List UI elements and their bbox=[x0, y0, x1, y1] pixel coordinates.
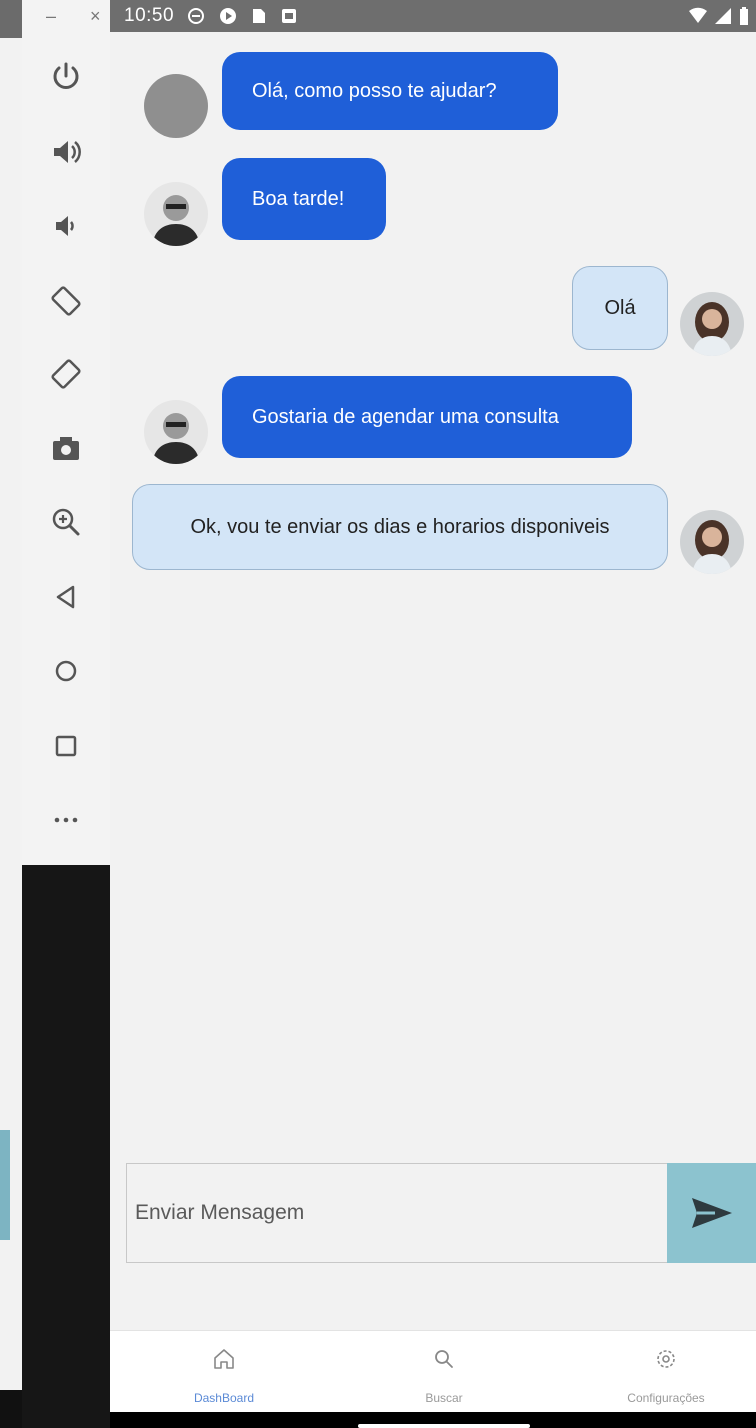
vpn-key-icon bbox=[186, 6, 206, 26]
zoom-in-icon bbox=[52, 508, 80, 536]
message-composer bbox=[126, 1163, 756, 1263]
send-button[interactable] bbox=[667, 1163, 756, 1263]
nav-label: Buscar bbox=[425, 1391, 463, 1405]
message-bubble-bot: Boa tarde! bbox=[222, 158, 386, 240]
bottom-navigation: DashBoard Buscar Configurações bbox=[110, 1330, 756, 1413]
volume-up-icon bbox=[54, 141, 81, 163]
avatar bbox=[144, 400, 208, 464]
phone-screen: 10:50 Olá, como posso te ajudar? Boa tar… bbox=[110, 0, 756, 1428]
home-icon bbox=[55, 660, 77, 682]
home-icon bbox=[212, 1347, 236, 1376]
search-icon bbox=[432, 1347, 456, 1376]
notification-icon bbox=[280, 6, 298, 26]
overview-icon bbox=[55, 735, 77, 757]
cell-signal-icon bbox=[714, 7, 732, 31]
back-button[interactable] bbox=[22, 573, 110, 621]
avatar bbox=[144, 182, 208, 246]
power-icon bbox=[53, 62, 79, 89]
status-time: 10:50 bbox=[124, 5, 175, 26]
avatar bbox=[680, 292, 744, 356]
message-text: Olá bbox=[604, 296, 636, 319]
more-icon bbox=[54, 817, 78, 823]
avatar bbox=[680, 510, 744, 574]
rotate-left-icon bbox=[51, 286, 81, 316]
more-button[interactable] bbox=[22, 796, 110, 844]
send-icon bbox=[691, 1198, 732, 1228]
status-bar: 10:50 bbox=[110, 0, 756, 32]
nav-item-dashboard[interactable]: DashBoard bbox=[124, 1331, 324, 1413]
message-bubble-bot: Olá, como posso te ajudar? bbox=[222, 52, 558, 130]
camera-icon bbox=[53, 437, 79, 460]
host-desktop-strip bbox=[0, 0, 22, 1428]
nav-item-buscar[interactable]: Buscar bbox=[344, 1331, 544, 1413]
nav-label: DashBoard bbox=[193, 1391, 255, 1405]
volume-up-button[interactable] bbox=[22, 128, 110, 176]
emulator-toolbar: – × bbox=[22, 0, 111, 865]
close-button[interactable]: × bbox=[90, 6, 101, 27]
gear-icon bbox=[654, 1347, 678, 1376]
play-icon bbox=[218, 6, 238, 26]
message-text: Olá, como posso te ajudar? bbox=[252, 79, 497, 102]
volume-down-button[interactable] bbox=[22, 202, 110, 250]
rotate-left-button[interactable] bbox=[22, 277, 110, 325]
message-input[interactable] bbox=[126, 1163, 668, 1263]
home-button[interactable] bbox=[22, 647, 110, 695]
volume-down-icon bbox=[56, 216, 74, 236]
host-taskbar bbox=[0, 1390, 22, 1428]
wifi-icon bbox=[688, 7, 708, 31]
host-accent-tab bbox=[0, 1130, 10, 1240]
message-text: Boa tarde! bbox=[252, 187, 345, 210]
message-bubble-bot: Gostaria de agendar uma consulta bbox=[222, 376, 632, 458]
power-button[interactable] bbox=[22, 53, 110, 101]
nav-item-configuracoes[interactable]: Configurações bbox=[566, 1331, 756, 1413]
emulator-background bbox=[22, 865, 110, 1428]
status-right-icons bbox=[688, 6, 750, 32]
back-icon bbox=[56, 585, 75, 609]
message-bubble-user: Ok, vou te enviar os dias e horarios dis… bbox=[132, 484, 668, 570]
message-text: Ok, vou te enviar os dias e horarios dis… bbox=[190, 515, 610, 538]
message-text: Gostaria de agendar uma consulta bbox=[252, 405, 559, 428]
home-indicator[interactable] bbox=[358, 1424, 530, 1428]
rotate-right-button[interactable] bbox=[22, 350, 110, 398]
nav-label: Configurações bbox=[627, 1391, 705, 1405]
zoom-button[interactable] bbox=[22, 498, 110, 546]
rotate-right-icon bbox=[51, 359, 81, 389]
battery-icon bbox=[738, 6, 750, 32]
overview-button[interactable] bbox=[22, 722, 110, 770]
avatar-placeholder bbox=[144, 74, 208, 138]
minimize-button[interactable]: – bbox=[46, 6, 56, 27]
sim-card-icon bbox=[250, 6, 268, 26]
host-title-bar bbox=[0, 0, 22, 38]
screenshot-button[interactable] bbox=[22, 425, 110, 473]
message-bubble-user: Olá bbox=[572, 266, 668, 350]
